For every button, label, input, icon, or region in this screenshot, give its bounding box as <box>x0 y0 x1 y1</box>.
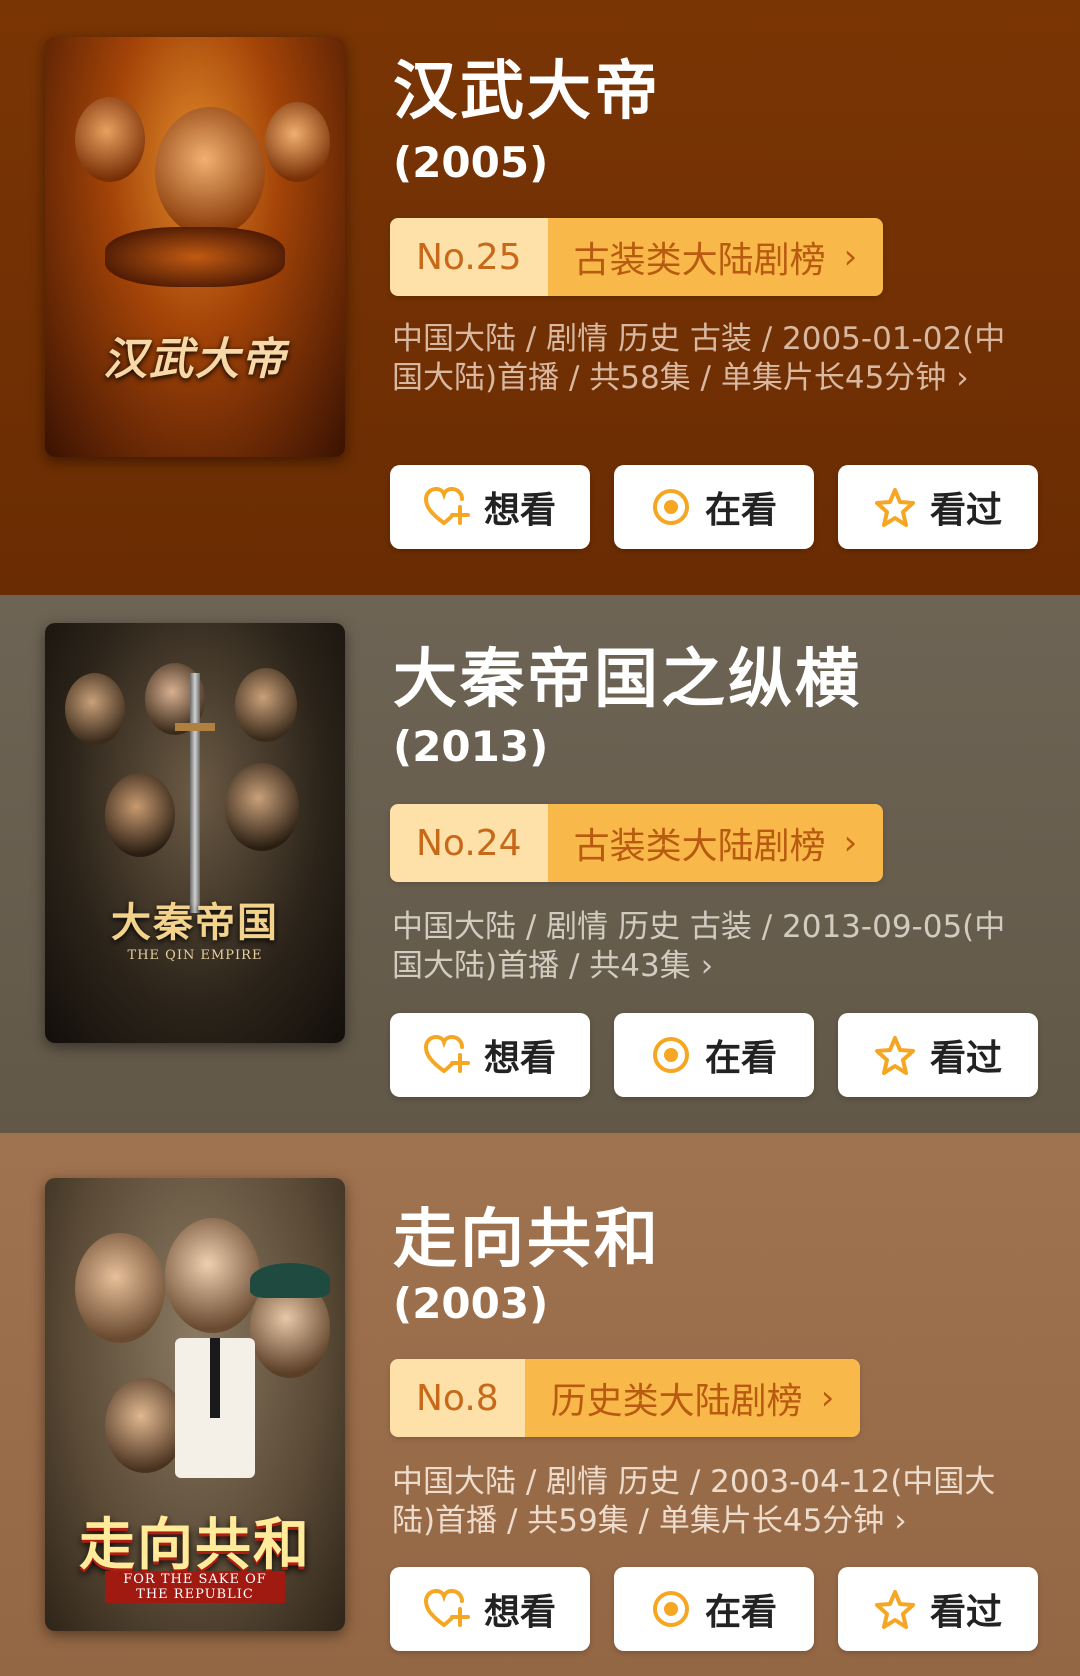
watched-label: 看过 <box>929 1592 1002 1633</box>
chevron-right-icon: › <box>820 1378 835 1418</box>
chevron-right-icon: › <box>700 948 714 984</box>
watching-button[interactable]: 在看 <box>614 465 814 549</box>
poster-artwork <box>65 77 330 307</box>
movie-title[interactable]: 汉武大帝 <box>393 40 661 132</box>
movie-year: (2005) <box>393 138 549 187</box>
watching-button[interactable]: 在看 <box>614 1567 814 1651</box>
action-bar: 想看 在看 看过 <box>390 1567 1038 1651</box>
rank-list-label: 历史类大陆剧榜 <box>550 1381 803 1422</box>
poster-subtitle: FOR THE SAKE OF THE REPUBLIC <box>105 1571 285 1603</box>
movie-card: 大秦帝国 THE QIN EMPIRE 大秦帝国之纵横 (2013) No.24… <box>0 595 1080 1133</box>
watched-button[interactable]: 看过 <box>838 1013 1038 1097</box>
rank-number: No.25 <box>390 218 548 296</box>
poster-artwork <box>65 1218 330 1478</box>
watching-label: 在看 <box>704 1592 777 1633</box>
ranking-badge[interactable]: No.25 古装类大陆剧榜 › <box>390 218 884 296</box>
movie-meta[interactable]: 中国大陆 / 剧情 历史 / 2003-04-12(中国大陆)首播 / 共59集… <box>392 1463 1032 1541</box>
action-bar: 想看 在看 看过 <box>390 465 1038 549</box>
watching-label: 在看 <box>704 1038 777 1079</box>
meta-text: 中国大陆 / 剧情 历史 古装 / 2013-09-05(中国大陆)首播 / 共… <box>392 909 1006 984</box>
poster-title: 汉武大帝 <box>103 334 287 385</box>
want-to-watch-label: 想看 <box>483 490 556 531</box>
movie-card: 走向共和 FOR THE SAKE OF THE REPUBLIC 走向共和 (… <box>0 1133 1080 1676</box>
star-icon <box>874 1036 915 1075</box>
movie-poster[interactable]: 大秦帝国 THE QIN EMPIRE <box>45 623 345 1043</box>
rank-list-link[interactable]: 古装类大陆剧榜 › <box>547 218 884 296</box>
heart-plus-icon <box>423 487 470 525</box>
movie-meta[interactable]: 中国大陆 / 剧情 历史 古装 / 2013-09-05(中国大陆)首播 / 共… <box>392 908 1032 986</box>
movie-title[interactable]: 走向共和 <box>393 1188 661 1280</box>
want-to-watch-label: 想看 <box>483 1592 556 1633</box>
want-to-watch-button[interactable]: 想看 <box>390 1013 590 1097</box>
rank-list-label: 古装类大陆剧榜 <box>573 240 826 281</box>
movie-card: 汉武大帝 汉武大帝 (2005) No.25 古装类大陆剧榜 › 中国大陆 / … <box>0 0 1080 595</box>
watched-label: 看过 <box>929 490 1002 531</box>
movie-poster[interactable]: 走向共和 FOR THE SAKE OF THE REPUBLIC <box>45 1178 345 1631</box>
target-circle-icon <box>652 489 689 525</box>
ranking-badge[interactable]: No.8 历史类大陆剧榜 › <box>390 1359 861 1437</box>
watching-label: 在看 <box>704 490 777 531</box>
movie-year: (2003) <box>393 1279 549 1328</box>
watched-button[interactable]: 看过 <box>838 1567 1038 1651</box>
chevron-right-icon: › <box>843 823 858 863</box>
rank-list-link[interactable]: 古装类大陆剧榜 › <box>547 804 884 882</box>
poster-title: 走向共和 <box>79 1512 311 1578</box>
watched-button[interactable]: 看过 <box>838 465 1038 549</box>
poster-subtitle: THE QIN EMPIRE <box>127 948 263 963</box>
chevron-right-icon: › <box>843 237 858 277</box>
want-to-watch-label: 想看 <box>483 1038 556 1079</box>
rank-list-link[interactable]: 历史类大陆剧榜 › <box>524 1359 861 1437</box>
poster-artwork <box>65 663 325 913</box>
watching-button[interactable]: 在看 <box>614 1013 814 1097</box>
meta-text: 中国大陆 / 剧情 历史 古装 / 2005-01-02(中国大陆)首播 / 共… <box>392 321 1006 396</box>
rank-number: No.8 <box>390 1359 525 1437</box>
heart-plus-icon <box>423 1035 470 1073</box>
target-circle-icon <box>652 1591 689 1627</box>
watched-label: 看过 <box>929 1038 1002 1079</box>
movie-year: (2013) <box>393 722 549 771</box>
action-bar: 想看 在看 看过 <box>390 1013 1038 1097</box>
rank-number: No.24 <box>390 804 548 882</box>
heart-plus-icon <box>423 1589 470 1627</box>
ranking-badge[interactable]: No.24 古装类大陆剧榜 › <box>390 804 884 882</box>
chevron-right-icon: › <box>894 1503 907 1539</box>
want-to-watch-button[interactable]: 想看 <box>390 1567 590 1651</box>
movie-poster[interactable]: 汉武大帝 <box>45 37 345 457</box>
target-circle-icon <box>652 1037 689 1073</box>
star-icon <box>874 488 915 527</box>
movie-title[interactable]: 大秦帝国之纵横 <box>393 628 862 720</box>
rank-list-label: 古装类大陆剧榜 <box>573 826 826 867</box>
poster-title: 大秦帝国 <box>111 899 279 946</box>
chevron-right-icon: › <box>956 360 969 396</box>
star-icon <box>874 1590 915 1629</box>
want-to-watch-button[interactable]: 想看 <box>390 465 590 549</box>
movie-meta[interactable]: 中国大陆 / 剧情 历史 古装 / 2005-01-02(中国大陆)首播 / 共… <box>392 320 1032 398</box>
